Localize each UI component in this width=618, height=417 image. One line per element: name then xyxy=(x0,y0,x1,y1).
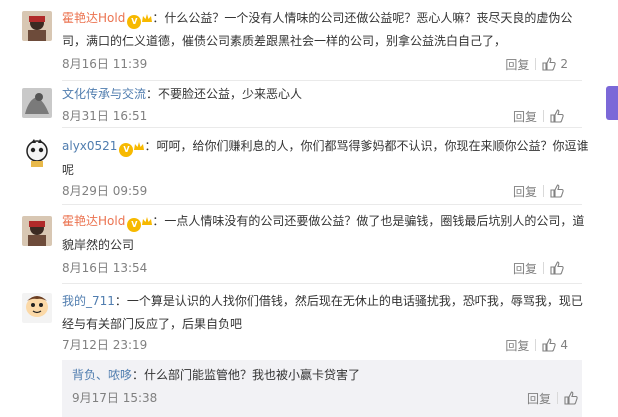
avatar[interactable] xyxy=(22,293,52,323)
comment-username[interactable]: 文化传承与交流 xyxy=(62,87,146,101)
comment-text: ：一点人情味没有的公司还要做公益？做了也是骗钱，圈钱最后坑别人的公司，道 xyxy=(152,214,585,228)
divider xyxy=(535,339,537,351)
thumbs-up-icon xyxy=(564,391,578,405)
avatar[interactable] xyxy=(22,88,52,118)
comment-actions: 回复 xyxy=(513,183,568,199)
comment-actions: 回复 4 xyxy=(505,337,568,353)
like-button[interactable]: 4 xyxy=(542,338,568,352)
divider xyxy=(543,185,544,197)
comment-divider xyxy=(62,80,582,81)
comment-divider xyxy=(62,204,582,205)
comment-text-line-2: 呢 xyxy=(62,163,75,177)
reply-button[interactable]: 回复 xyxy=(505,337,529,354)
crown-icon xyxy=(142,14,153,22)
comment-text: ：什么公益？一个没有人情味的公司还做公益呢？恶心人嘛？丧尽天良的虚伪公 xyxy=(152,11,573,25)
sub-reply-box: 背负、哝哆：什么部门能监管他？我也被小赢卡贷害了 9月17日 15:38 回复 xyxy=(62,360,582,417)
thumbs-up-icon xyxy=(542,338,557,352)
thumbs-up-icon xyxy=(550,184,564,198)
like-button[interactable] xyxy=(550,184,568,198)
comment-text-line-1: 霍艳达Hold V ：什么公益？一个没有人情味的公司还做公益呢？恶心人嘛？丧尽天良的… xyxy=(62,8,572,29)
comment-actions: 回复 xyxy=(513,260,568,276)
sub-reply-text: ：什么部门能监管他？我也被小赢卡贷害了 xyxy=(132,368,361,382)
comment-text-line-2: 经与有关部门反应了，后果自负吧 xyxy=(62,317,243,331)
thumbs-up-icon xyxy=(550,109,564,123)
thumbs-up-icon xyxy=(550,261,564,275)
sub-reply-actions: 回复 xyxy=(527,390,582,406)
reply-button[interactable]: 回复 xyxy=(513,108,537,125)
like-button[interactable] xyxy=(550,261,568,275)
avatar[interactable] xyxy=(22,216,52,246)
avatar[interactable] xyxy=(22,138,52,168)
vip-badge-icon: V xyxy=(127,218,142,232)
divider xyxy=(535,58,537,70)
comment-actions: 回复 2 xyxy=(505,56,568,72)
comment-divider xyxy=(62,283,582,284)
like-button[interactable]: 2 xyxy=(542,57,568,71)
comment-actions: 回复 xyxy=(513,108,568,124)
comment-username[interactable]: 霍艳达Hold xyxy=(62,11,125,25)
comment-text-line-1: 文化传承与交流：不要脸还公益，少来恶心人 xyxy=(62,84,302,105)
comment-time: 8月29日 09:59 xyxy=(62,184,148,198)
comment-username[interactable]: 霍艳达Hold xyxy=(62,214,125,228)
reply-button[interactable]: 回复 xyxy=(505,56,529,73)
reply-button[interactable]: 回复 xyxy=(513,260,537,277)
sub-reply-time: 9月17日 15:38 xyxy=(72,391,158,405)
divider xyxy=(557,392,558,404)
thumbs-up-icon xyxy=(542,57,557,71)
divider xyxy=(543,262,544,274)
comment-text-line-1: alyx0521 V ：呵呵，给你们赚利息的人，你们都骂得爹妈都不认识，你现在来顺你… xyxy=(62,136,588,157)
vip-badge-icon: V xyxy=(119,143,134,157)
like-button[interactable] xyxy=(564,391,582,405)
comment-text: ：呵呵，给你们赚利息的人，你们都骂得爹妈都不认识，你现在来顺你公益？你逗谁 xyxy=(144,139,589,153)
comment-username[interactable]: 我的_711 xyxy=(62,294,115,308)
comment-text: ：一个算是认识的人找你们借钱，然后现在无休止的电话骚扰我，恐吓我，辱骂我，现已 xyxy=(114,294,583,308)
sub-reply-text-line: 背负、哝哆：什么部门能监管他？我也被小赢卡贷害了 xyxy=(72,365,360,386)
reply-button[interactable]: 回复 xyxy=(527,390,551,407)
comment-time: 8月16日 13:54 xyxy=(62,261,148,275)
like-count: 2 xyxy=(560,57,568,71)
avatar[interactable] xyxy=(22,11,52,41)
comment-username[interactable]: alyx0521 xyxy=(62,139,117,153)
comment-time: 8月31日 16:51 xyxy=(62,109,148,123)
vip-badge-icon: V xyxy=(127,15,142,29)
comment-text-line-1: 我的_711：一个算是认识的人找你们借钱，然后现在无休止的电话骚扰我，恐吓我，辱… xyxy=(62,291,583,312)
comment-time: 7月12日 23:19 xyxy=(62,338,148,352)
comment-text: ：不要脸还公益，少来恶心人 xyxy=(146,87,303,101)
crown-icon xyxy=(142,217,153,225)
comment-text-line-2: 司，满口的仁义道德，催债公司素质差跟黑社会一样的公司，别拿公益洗白自己了， xyxy=(62,34,507,48)
comment-text-line-1: 霍艳达Hold V ：一点人情味没有的公司还要做公益？做了也是骗钱，圈钱最后坑别人的… xyxy=(62,211,584,232)
side-accent-strip xyxy=(606,86,618,120)
divider xyxy=(543,110,544,122)
comment-text-line-2: 貌岸然的公司 xyxy=(62,238,135,252)
comment-divider xyxy=(62,127,582,128)
comment-time: 8月16日 11:39 xyxy=(62,57,148,71)
crown-icon xyxy=(134,142,145,150)
like-button[interactable] xyxy=(550,109,568,123)
sub-reply-username[interactable]: 背负、哝哆 xyxy=(72,368,132,382)
reply-button[interactable]: 回复 xyxy=(513,183,537,200)
like-count: 4 xyxy=(560,338,568,352)
